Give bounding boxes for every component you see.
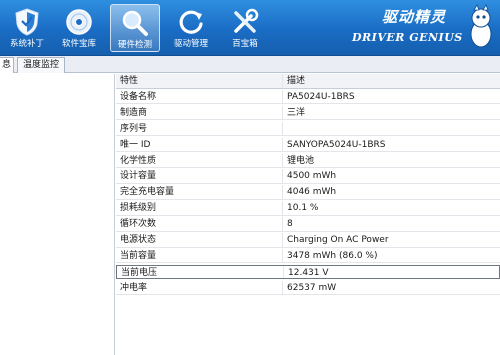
property-name: 当前电压 <box>121 267 158 278</box>
column-separator <box>282 137 283 152</box>
column-separator <box>282 74 283 88</box>
column-separator <box>282 201 283 215</box>
property-name: 设备名称 <box>120 91 157 102</box>
property-name: 特性 <box>120 76 139 86</box>
column-separator <box>282 185 283 199</box>
tools-icon <box>234 8 259 33</box>
table-row[interactable]: 当前容量 3478 mWh (86.0 %) <box>116 248 500 264</box>
table-row[interactable]: 循环次数 8 <box>116 217 500 232</box>
system-patch-label: 系统补丁 <box>9 39 44 49</box>
column-separator <box>282 280 283 295</box>
property-value: 12.431 V <box>288 267 329 278</box>
tab-info-label: 息 <box>2 60 12 70</box>
property-grid: 特性 描述设备名称 PA5024U-1BRS 制造商 三洋序列号唯一 ID SANYOPA… <box>116 74 500 304</box>
software-store-label: 软件宝库 <box>61 39 96 49</box>
driver-manage-label: 驱动管理 <box>173 39 208 49</box>
column-separator <box>282 169 283 183</box>
table-row[interactable]: 完全充电容量 4046 mWh <box>116 185 500 200</box>
property-value: 3478 mWh (86.0 %) <box>287 250 378 261</box>
property-name: 化学性质 <box>120 155 157 166</box>
property-value: 三洋 <box>287 107 306 118</box>
property-name: 制造商 <box>120 107 148 118</box>
table-row-selected[interactable]: 当前电压 12.431 V <box>116 264 500 280</box>
property-name: 当前容量 <box>120 250 157 261</box>
property-value: 4500 mWh <box>287 171 337 182</box>
property-value: 10.1 % <box>287 203 319 214</box>
table-row[interactable]: 唯一 ID SANYOPA5024U-1BRS <box>116 137 500 153</box>
grid-header-row[interactable]: 特性 描述 <box>116 74 500 89</box>
magnifier-icon <box>122 10 148 36</box>
property-value: Charging On AC Power <box>287 235 389 245</box>
property-name: 电源状态 <box>120 235 157 245</box>
shield-icon <box>15 8 39 36</box>
table-row[interactable]: 设计容量 4500 mWh <box>116 169 500 184</box>
column-separator <box>283 265 284 279</box>
disc-icon <box>66 9 92 35</box>
table-row[interactable]: 化学性质 锂电池 <box>116 153 500 168</box>
brand-chinese-name: 驱动精灵 <box>382 8 447 26</box>
brand-english-name: DRIVER GENIUS <box>352 31 463 44</box>
table-row[interactable]: 设备名称 PA5024U-1BRS <box>116 89 500 105</box>
property-value: 锂电池 <box>287 155 315 166</box>
property-name: 完全充电容量 <box>120 187 175 198</box>
hardware-detect-button[interactable]: 硬件检测 <box>110 4 160 52</box>
table-row[interactable]: 制造商 三洋 <box>116 105 500 121</box>
column-separator <box>282 217 283 231</box>
column-separator <box>282 233 283 247</box>
left-tree-pane[interactable] <box>0 74 115 355</box>
property-grid-empty-area <box>116 304 500 355</box>
column-separator <box>282 248 283 263</box>
mascot-icon <box>470 4 492 48</box>
driver-manage-button[interactable]: 驱动管理 <box>166 4 216 52</box>
table-row[interactable]: 损耗级别 10.1 % <box>116 201 500 216</box>
tab-bar: 息 温度监控 <box>0 56 500 73</box>
property-value: 62537 mW <box>287 282 337 293</box>
brand-logo: 驱动精灵 DRIVER GENIUS <box>352 6 464 50</box>
table-row[interactable]: 电源状态 Charging On AC Power <box>116 233 500 248</box>
system-patch-button[interactable]: 系统补丁 <box>2 4 52 52</box>
property-value: 8 <box>287 219 293 230</box>
property-name: 循环次数 <box>120 219 157 230</box>
tab-temperature-monitor-label: 温度监控 <box>23 60 60 70</box>
column-separator <box>282 153 283 167</box>
tab-info[interactable]: 息 <box>0 57 14 73</box>
table-row[interactable]: 冲电率 62537 mW <box>116 280 500 296</box>
property-name: 唯一 ID <box>120 139 151 150</box>
table-row[interactable]: 序列号 <box>116 121 500 137</box>
property-name: 设计容量 <box>120 171 157 182</box>
property-name: 序列号 <box>120 123 148 134</box>
property-name: 冲电率 <box>120 282 148 293</box>
column-separator <box>282 121 283 136</box>
software-store-button[interactable]: 软件宝库 <box>54 4 104 52</box>
toolbox-button[interactable]: 百宝箱 <box>220 4 270 52</box>
toolbox-label: 百宝箱 <box>232 39 258 49</box>
main-toolbar: 系统补丁 软件宝库 硬件检测 驱动管理 百宝箱 驱动精灵 DRIVER GENI… <box>0 0 500 56</box>
column-separator <box>282 89 283 104</box>
tab-temperature-monitor[interactable]: 温度监控 <box>17 57 66 73</box>
property-value: 4046 mWh <box>287 187 337 198</box>
property-value: 描述 <box>287 76 306 86</box>
column-separator <box>282 105 283 120</box>
hardware-detect-label: 硬件检测 <box>117 40 152 50</box>
property-name: 损耗级别 <box>120 203 157 214</box>
property-value: PA5024U-1BRS <box>287 91 355 102</box>
refresh-icon <box>179 10 203 34</box>
property-value: SANYOPA5024U-1BRS <box>287 139 386 150</box>
